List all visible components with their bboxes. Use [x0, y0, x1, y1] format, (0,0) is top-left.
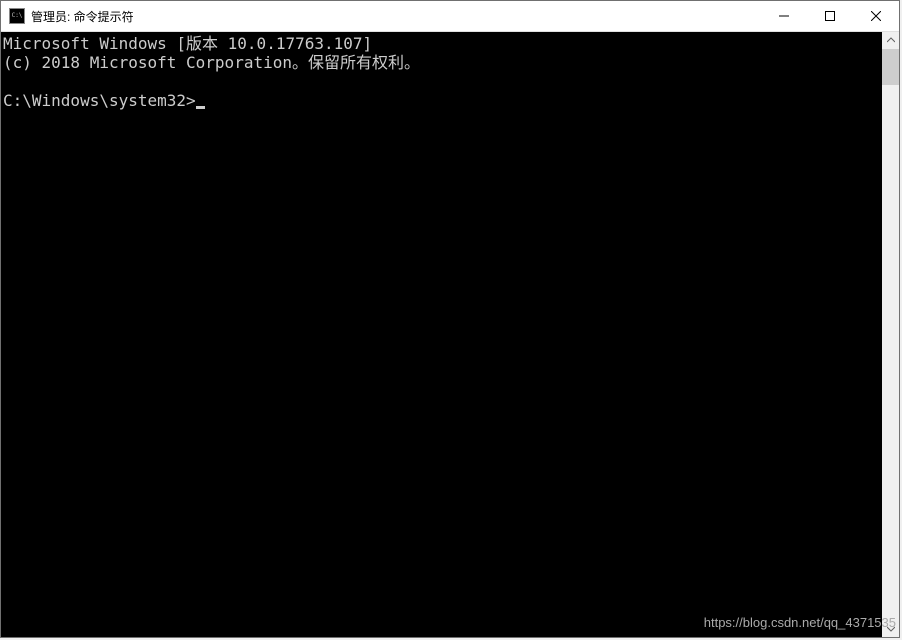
console-prompt: C:\Windows\system32>	[3, 91, 205, 110]
app-icon: C:\	[9, 8, 25, 24]
scroll-thumb[interactable]	[882, 49, 899, 85]
chevron-down-icon	[887, 625, 895, 633]
window-controls	[761, 1, 899, 31]
titlebar[interactable]: C:\ 管理员: 命令提示符	[1, 1, 899, 32]
command-prompt-window: C:\ 管理员: 命令提示符 Microsoft Windows [版本 10.…	[0, 0, 900, 638]
close-icon	[871, 11, 881, 21]
app-icon-glyph: C:\	[12, 13, 23, 19]
minimize-button[interactable]	[761, 1, 807, 31]
scroll-down-button[interactable]	[882, 620, 899, 637]
scroll-up-button[interactable]	[882, 32, 899, 49]
scroll-track[interactable]	[882, 49, 899, 620]
chevron-up-icon	[887, 37, 895, 45]
minimize-icon	[779, 11, 789, 21]
close-button[interactable]	[853, 1, 899, 31]
console-body: Microsoft Windows [版本 10.0.17763.107] (c…	[1, 32, 899, 637]
cursor-icon	[196, 106, 205, 109]
maximize-button[interactable]	[807, 1, 853, 31]
window-title: 管理员: 命令提示符	[31, 8, 761, 25]
console-line-version: Microsoft Windows [版本 10.0.17763.107]	[3, 34, 372, 53]
maximize-icon	[825, 11, 835, 21]
vertical-scrollbar[interactable]	[882, 32, 899, 637]
console-content[interactable]: Microsoft Windows [版本 10.0.17763.107] (c…	[1, 32, 882, 637]
prompt-text: C:\Windows\system32>	[3, 91, 196, 110]
console-line-copyright: (c) 2018 Microsoft Corporation。保留所有权利。	[3, 53, 420, 72]
